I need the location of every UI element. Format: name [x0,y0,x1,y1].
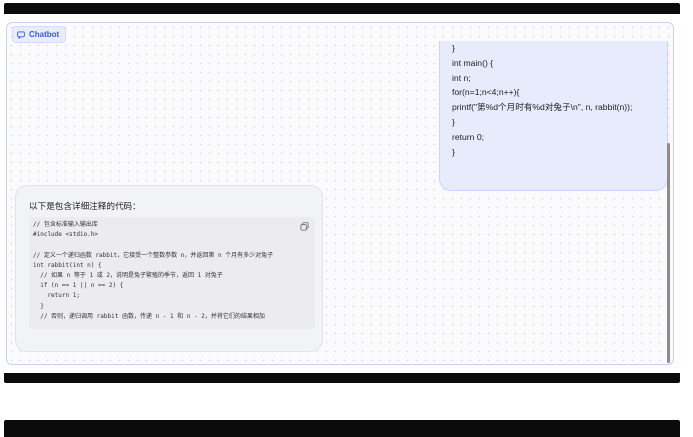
bot-intro-text: 以下是包含详细注释的代码： [29,201,141,211]
user-code-line: for(n=1;n<4;n++){ [452,87,520,98]
code-line: // 否则，递归调用 rabbit 函数，传递 n - 1 和 n - 2，并将… [33,312,265,320]
code-block: // 包含标准输入输出库 #include <stdio.h> // 定义一个递… [29,217,315,329]
user-code-line: } [452,43,455,53]
user-code-line: } [452,146,455,157]
code-line: // 定义一个递归函数 rabbit，它接受一个整数参数 n，并返回第 n 个月… [33,251,274,259]
code-line: #include <stdio.h> [33,231,99,239]
copy-icon[interactable] [300,222,309,231]
code-line: // 如果 n 等于 1 或 2，说明是兔子繁殖的季节，返回 1 对兔子 [33,271,223,279]
chat-icon [17,31,25,39]
user-code-line: return 0; [452,131,485,142]
user-code-line: } [452,116,455,127]
chatbot-label-text: Chatbot [29,30,60,39]
code-line: if (n == 1 || n == 2) { [33,282,124,290]
mid-frame-bar [4,373,680,383]
code-line: int rabbit(int n) { [33,261,102,269]
code-line: return 1; [33,292,80,300]
user-code-line: int n; [452,72,471,83]
top-frame-bar [4,3,680,14]
bottom-frame-bar [4,420,680,437]
code-line: // 包含标准输入输出库 [33,221,98,228]
bot-message: 以下是包含详细注释的代码： // 包含标准输入输出库 #include <std… [15,185,323,352]
user-code-line: int main() { [452,57,494,68]
chat-scrollbar[interactable] [667,143,670,363]
code-line: } [33,302,44,310]
chatbot-label: Chatbot [12,26,67,43]
chatbot-panel: Chatbot } int main() { int n; for(n=1;n<… [6,22,674,365]
user-code-line: printf("第%d个月时有%d对兔子\n", n, rabbit(n)); [452,102,633,113]
user-message: } int main() { int n; for(n=1;n<4;n++){ … [439,41,668,191]
